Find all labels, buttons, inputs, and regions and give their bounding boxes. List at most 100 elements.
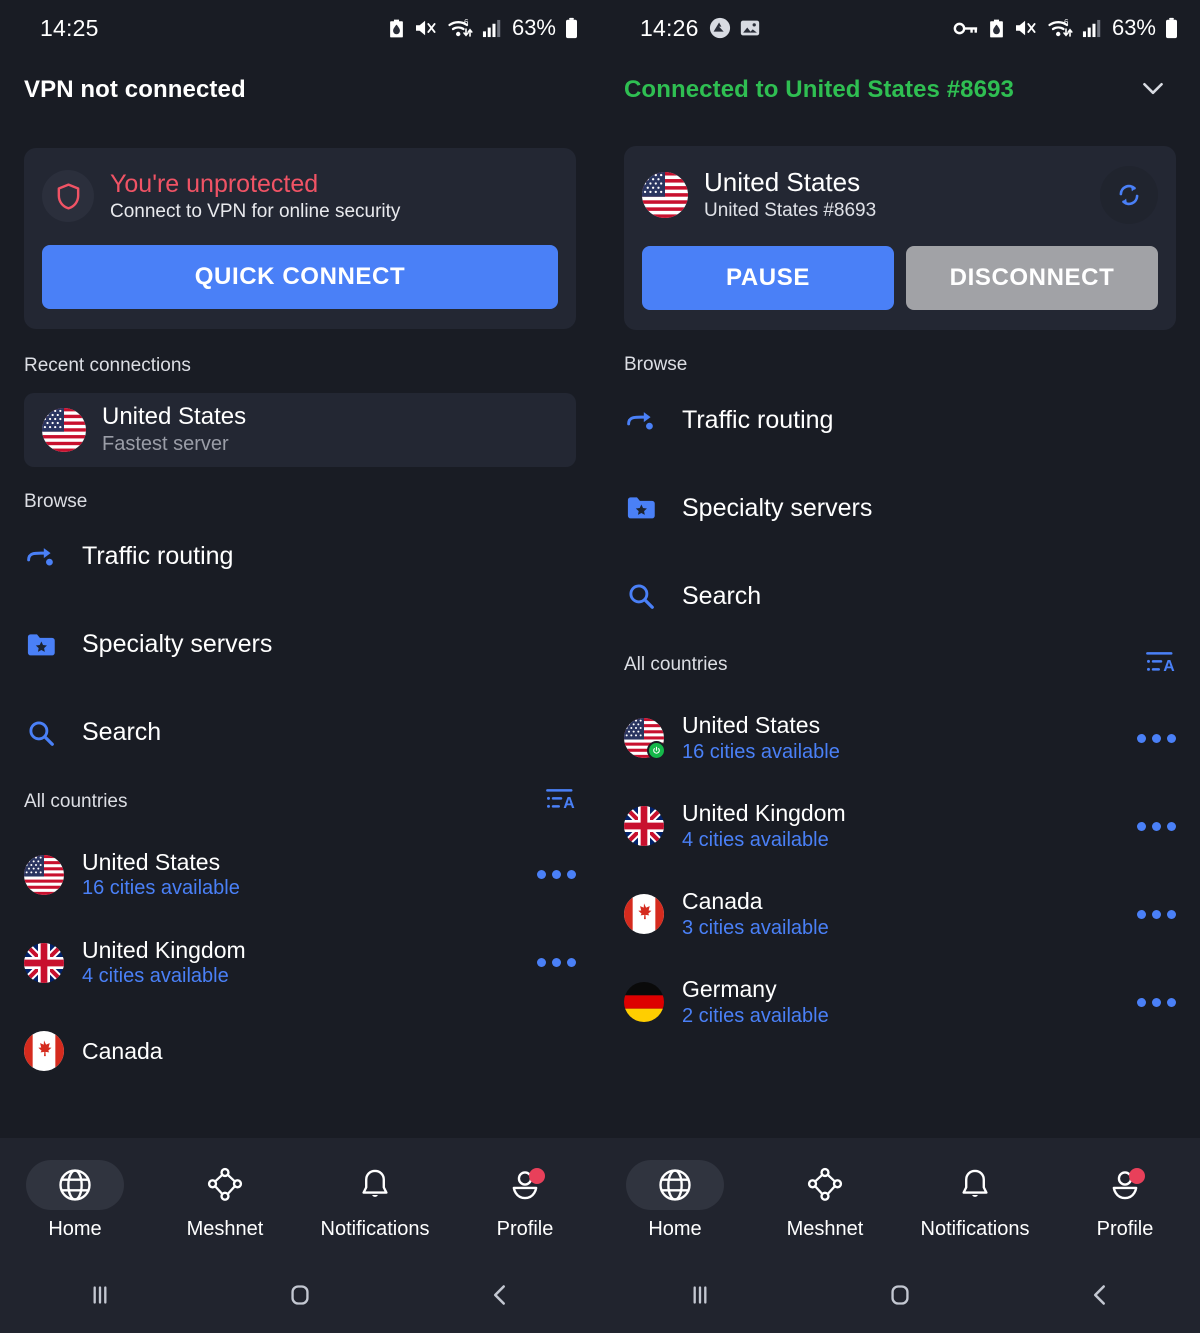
country-options-icon[interactable] [1137, 733, 1176, 743]
tab-profile[interactable]: Profile [1050, 1160, 1200, 1241]
country-row[interactable]: United States 16 cities available [624, 694, 1176, 782]
chevron-down-icon[interactable] [1130, 69, 1176, 112]
recent-connection-subtitle: Fastest server [102, 432, 229, 455]
battery-percent-label: 63% [511, 15, 556, 40]
mute-icon [1014, 18, 1038, 38]
country-options-icon[interactable] [1137, 997, 1176, 1007]
disconnect-button[interactable]: DISCONNECT [906, 246, 1158, 310]
unprotected-subtitle: Connect to VPN for online security [110, 200, 401, 222]
country-name: Canada [82, 1037, 163, 1064]
all-countries-label: All countries [624, 654, 728, 675]
notification-badge [1129, 1167, 1145, 1184]
status-bar-notification-icons [709, 17, 761, 39]
country-cities: 16 cities available [682, 740, 840, 763]
battery-icon [1165, 17, 1178, 39]
back-icon[interactable] [400, 1278, 600, 1312]
sort-alpha-icon[interactable] [1146, 650, 1176, 680]
header-left: VPN not connected [0, 56, 600, 112]
country-row[interactable]: United States 16 cities available [24, 831, 576, 919]
country-row[interactable]: Canada 3 cities available [624, 870, 1176, 958]
recent-connection-item[interactable]: United States Fastest server [24, 392, 576, 467]
home-icon[interactable] [800, 1278, 1000, 1312]
android-navigation-bar [600, 1256, 1200, 1333]
connected-power-badge-icon [647, 741, 666, 760]
browse-item-label: Traffic routing [682, 405, 834, 434]
tab-profile[interactable]: Profile [450, 1160, 600, 1241]
ca-flag-icon [24, 1031, 64, 1071]
tab-label: Profile [496, 1217, 554, 1240]
us-flag-icon [24, 855, 64, 895]
browse-item-search[interactable]: Search [24, 689, 576, 777]
us-flag-icon [624, 718, 666, 760]
battery-icon [565, 17, 578, 39]
browse-item-specialty-servers[interactable]: Specialty servers [24, 601, 576, 689]
bottom-tab-bar: Home Meshnet Notifications Profile [0, 1138, 600, 1256]
page-title: VPN not connected [24, 76, 246, 103]
tab-label: Home [48, 1217, 102, 1240]
country-name: Canada [682, 888, 763, 915]
browse-item-label: Search [682, 581, 762, 610]
country-options-icon[interactable] [1137, 909, 1176, 919]
tab-home[interactable]: Home [600, 1159, 750, 1241]
recents-icon[interactable] [0, 1278, 200, 1312]
tab-meshnet[interactable]: Meshnet [150, 1160, 300, 1241]
country-options-icon[interactable] [1137, 821, 1176, 831]
country-options-icon[interactable] [537, 870, 576, 880]
tab-notifications[interactable]: Notifications [900, 1160, 1050, 1241]
connected-server-subtitle: United States #8693 [704, 199, 877, 221]
country-options-icon[interactable] [537, 958, 576, 968]
country-list: United States 16 cities available United… [600, 694, 1200, 1046]
status-bar-icons: 63% [388, 15, 578, 41]
card-button-row: PAUSE DISCONNECT [642, 246, 1158, 310]
bell-icon [926, 1160, 1024, 1210]
signal-bars-icon [482, 18, 501, 39]
tab-notifications[interactable]: Notifications [300, 1160, 450, 1241]
search-icon [624, 581, 658, 611]
tab-home[interactable]: Home [0, 1159, 150, 1241]
card-button-row: QUICK CONNECT [42, 244, 558, 309]
home-icon[interactable] [200, 1278, 400, 1312]
ca-flag-icon [624, 894, 664, 934]
traffic-routing-icon [24, 543, 58, 570]
bottom-tab-bar: Home Meshnet Notifications Profile [600, 1138, 1200, 1256]
country-cities: 16 cities available [82, 877, 240, 900]
back-icon[interactable] [1000, 1278, 1200, 1312]
all-countries-label: All countries [24, 790, 128, 812]
tab-label: Meshnet [186, 1217, 264, 1240]
screen-connected: 14:26 63% Connected to United States #86… [600, 0, 1200, 1333]
browse-item-specialty-servers[interactable]: Specialty servers [624, 464, 1176, 552]
shield-icon [42, 170, 94, 223]
browse-item-search[interactable]: Search [624, 552, 1176, 640]
status-bar-time: 14:26 [640, 14, 699, 41]
country-row[interactable]: Germany 2 cities available [624, 958, 1176, 1046]
vpn-connected-card: United States United States #8693 PAUSE … [624, 146, 1176, 330]
globe-icon [626, 1159, 724, 1210]
browse-item-traffic-routing[interactable]: Traffic routing [24, 513, 576, 601]
status-bar-time: 14:25 [40, 14, 99, 41]
header-right: Connected to United States #8693 [600, 56, 1200, 112]
tab-meshnet[interactable]: Meshnet [750, 1160, 900, 1241]
country-name: Germany [682, 976, 777, 1003]
browse-item-label: Specialty servers [682, 493, 873, 522]
pause-button[interactable]: PAUSE [642, 246, 894, 310]
sort-alpha-icon[interactable] [546, 787, 576, 817]
browse-item-traffic-routing[interactable]: Traffic routing [624, 376, 1176, 464]
country-row[interactable]: United Kingdom 4 cities available [624, 782, 1176, 870]
quick-connect-button[interactable]: QUICK CONNECT [42, 244, 558, 309]
refresh-icon[interactable] [1100, 166, 1158, 224]
country-row[interactable]: United Kingdom 4 cities available [24, 919, 576, 1007]
status-bar-right: 14:26 63% [600, 0, 1200, 56]
browse-list: Traffic routing Specialty servers Search [600, 376, 1200, 640]
vpn-key-icon [953, 19, 979, 38]
signal-bars-icon [1082, 18, 1101, 39]
country-name: United States [82, 849, 221, 876]
uk-flag-icon [624, 806, 664, 846]
recents-icon[interactable] [600, 1278, 800, 1312]
nord-vpn-icon [709, 17, 731, 39]
browse-item-label: Specialty servers [82, 630, 273, 659]
status-bar-icons: 63% [953, 15, 1178, 41]
meshnet-icon [776, 1160, 874, 1210]
meshnet-icon [176, 1160, 274, 1210]
country-row[interactable]: Canada [24, 1007, 576, 1095]
notification-badge [529, 1167, 545, 1184]
